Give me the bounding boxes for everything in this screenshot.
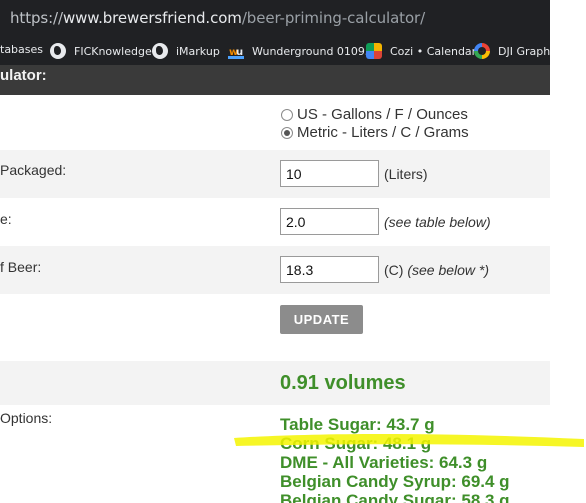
bookmark-label: Wunderground 01095 (252, 44, 372, 58)
cozi-icon (366, 43, 382, 59)
temperature-input[interactable]: 18.3 (280, 256, 379, 283)
url-host: www.brewersfriend.com (62, 9, 242, 27)
bookmark-ficknowledge[interactable]: FICKnowledge (50, 43, 152, 59)
bookmark-databases[interactable]: tabases (0, 43, 43, 56)
temperature-label: f Beer: (0, 259, 42, 275)
url-prefix: https:// (10, 9, 63, 27)
bookmark-dji-graph[interactable]: DJI Graph (474, 43, 550, 59)
bookmark-label: tabases (0, 43, 44, 56)
temperature-unit: (C) (see below *) (384, 262, 489, 278)
bookmark-wunderground[interactable]: wu Wunderground 01095 (228, 43, 372, 59)
options-row: Options: Table Sugar: 43.7 g Corn Sugar:… (0, 405, 550, 503)
update-button[interactable]: UPDATE (280, 305, 363, 334)
bookmark-label: iMarkup (176, 44, 220, 58)
co2-input[interactable]: 2.0 (280, 208, 379, 235)
address-bar[interactable]: https://www.brewersfriend.com/beer-primi… (0, 0, 550, 37)
volume-input[interactable]: 10 (280, 160, 379, 187)
bookmarks-bar: tabases FICKnowledge iMarkup wu Wundergr… (0, 37, 550, 65)
update-row: UPDATE (0, 294, 550, 361)
option-belgian-candy-sugar: Belgian Candy Sugar: 58.3 g (280, 491, 510, 503)
wunderground-icon: wu (228, 43, 244, 59)
volume-label: Packaged: (0, 162, 67, 178)
units-row: US - Gallons / F / Ounces Metric - Liter… (0, 95, 550, 150)
units-option-metric[interactable]: Metric - Liters / C / Grams (281, 124, 469, 141)
co2-unit-text: (see table below) (384, 214, 491, 230)
radio-us[interactable] (281, 108, 293, 121)
bookmark-imarkup[interactable]: iMarkup (152, 43, 220, 59)
bookmark-label: Cozi • Calendar (390, 44, 477, 58)
option-dme: DME - All Varieties: 64.3 g (280, 453, 488, 472)
option-table-sugar: Table Sugar: 43.7 g (280, 415, 435, 434)
option-corn-sugar: Corn Sugar: 48.1 g (280, 434, 432, 453)
globe-icon (152, 43, 168, 59)
google-icon (474, 43, 490, 59)
section-header: ulator: (0, 65, 550, 95)
units-option-label: Metric - Liters / C / Grams (297, 124, 469, 141)
options-label: Options: (0, 410, 53, 426)
temperature-row: f Beer: 18.3 (C) (see below *) (0, 246, 550, 294)
url-text[interactable]: https://www.brewersfriend.com/beer-primi… (10, 9, 425, 27)
calculator-panel: ulator: US - Gallons / F / Ounces Metric… (0, 65, 586, 503)
co2-row: e: 2.0 (see table below) (0, 198, 550, 246)
radio-metric[interactable] (281, 126, 293, 139)
globe-icon (50, 43, 66, 59)
option-belgian-candy-syrup: Belgian Candy Syrup: 69.4 g (280, 472, 510, 491)
temperature-unit-prefix: (C) (384, 262, 408, 278)
bookmark-label: DJI Graph (498, 44, 551, 58)
bookmark-label: FICKnowledge (74, 44, 152, 58)
section-title: ulator: (0, 67, 47, 84)
co2-unit: (see table below) (384, 214, 491, 230)
co2-volumes-result: 0.91 volumes (280, 372, 406, 394)
co2-label: e: (0, 211, 12, 227)
temperature-unit-note: (see below *) (407, 262, 490, 278)
window-edge (550, 0, 586, 68)
volume-unit: (Liters) (384, 166, 428, 182)
result-row: 0.91 volumes (0, 361, 550, 405)
url-path: /beer-priming-calculator/ (241, 9, 426, 27)
volume-row: Packaged: 10 (Liters) (0, 150, 550, 198)
units-option-label: US - Gallons / F / Ounces (297, 106, 468, 123)
units-option-us[interactable]: US - Gallons / F / Ounces (281, 106, 468, 123)
bookmark-cozi[interactable]: Cozi • Calendar (366, 43, 476, 59)
